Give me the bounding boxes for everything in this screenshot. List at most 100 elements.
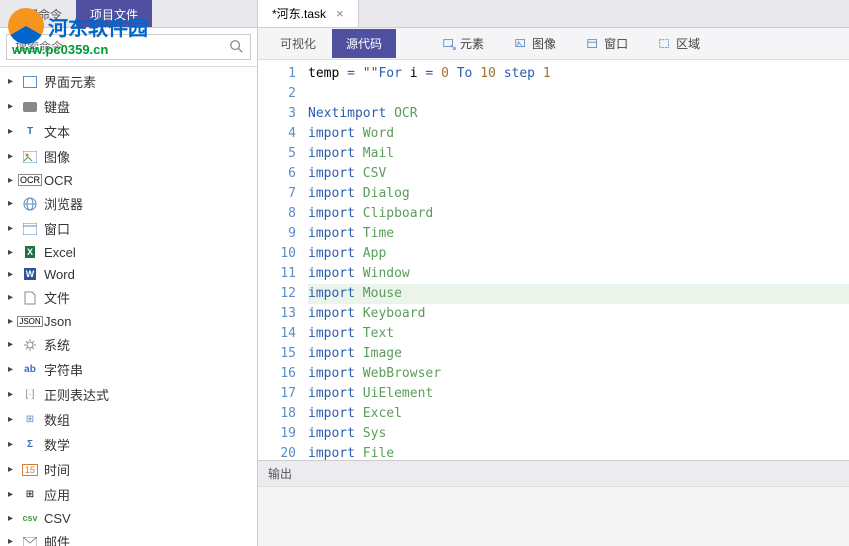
sidebar: 全部命令 项目文件 ▸界面元素▸键盘▸T文本▸图像▸OCROCR▸浏览器▸窗口▸… xyxy=(0,0,258,546)
tree-item-json[interactable]: ▸JSONJson xyxy=(0,310,257,332)
tree-item-time[interactable]: ▸15时间 xyxy=(0,457,257,482)
tree-item-mail[interactable]: ▸邮件 xyxy=(0,529,257,546)
line-number: 2 xyxy=(258,84,296,104)
keyboard-icon xyxy=(22,99,38,115)
tree-item-label: Excel xyxy=(44,245,76,260)
line-number: 8 xyxy=(258,204,296,224)
tree-item-label: 应用 xyxy=(44,485,70,504)
tree-item-file[interactable]: ▸文件 xyxy=(0,285,257,310)
code-line[interactable]: import Clipboard xyxy=(308,204,849,224)
main-area: *河东.task × 可视化 源代码 元素 图像 窗口 区域 xyxy=(258,0,849,546)
chevron-right-icon: ▸ xyxy=(8,513,16,524)
search-input[interactable] xyxy=(6,34,251,60)
system-icon xyxy=(22,337,38,353)
code-content[interactable]: temp = ""For i = 0 To 10 step 1 Nextimpor… xyxy=(308,60,849,460)
time-icon: 15 xyxy=(22,462,38,478)
line-number: 9 xyxy=(258,224,296,244)
csv-icon: csv xyxy=(22,510,38,526)
chevron-right-icon: ▸ xyxy=(8,76,16,87)
code-line[interactable]: import Sys xyxy=(308,424,849,444)
code-line[interactable]: import Mouse xyxy=(308,284,849,304)
chevron-right-icon: ▸ xyxy=(8,151,16,162)
line-number: 18 xyxy=(258,404,296,424)
chevron-right-icon: ▸ xyxy=(8,175,16,186)
tree-item-image[interactable]: ▸图像 xyxy=(0,144,257,169)
output-header[interactable]: 输出 xyxy=(258,461,849,487)
sidebar-tab-project[interactable]: 项目文件 xyxy=(76,0,152,27)
tool-image-label: 图像 xyxy=(532,35,556,52)
tree-item-ui[interactable]: ▸ 界面元素 xyxy=(0,69,257,94)
search-box xyxy=(0,28,257,67)
close-icon[interactable]: × xyxy=(336,6,344,21)
code-line[interactable]: import UiElement xyxy=(308,384,849,404)
sidebar-tab-commands[interactable]: 全部命令 xyxy=(0,0,76,27)
line-number: 14 xyxy=(258,324,296,344)
chevron-right-icon: ▸ xyxy=(8,126,16,137)
line-number: 5 xyxy=(258,144,296,164)
code-line[interactable]: Nextimport OCR xyxy=(308,104,849,124)
tree-item-label: 界面元素 xyxy=(44,72,96,91)
tree-item-label: Word xyxy=(44,267,75,282)
chevron-right-icon: ▸ xyxy=(8,339,16,350)
tree-item-keyboard[interactable]: ▸键盘 xyxy=(0,94,257,119)
tree-item-browser[interactable]: ▸ 浏览器 xyxy=(0,191,257,216)
tool-window-label: 窗口 xyxy=(604,35,628,52)
tool-image[interactable]: 图像 xyxy=(504,31,566,56)
tree-item-label: 字符串 xyxy=(44,360,83,379)
code-line[interactable]: import Mail xyxy=(308,144,849,164)
tool-region[interactable]: 区域 xyxy=(648,31,710,56)
code-line[interactable]: import Text xyxy=(308,324,849,344)
code-line[interactable]: import CSV xyxy=(308,164,849,184)
array-icon: ⊞ xyxy=(22,412,38,428)
code-line[interactable]: import Keyboard xyxy=(308,304,849,324)
code-line[interactable]: import Excel xyxy=(308,404,849,424)
code-line[interactable]: import Dialog xyxy=(308,184,849,204)
code-line[interactable]: temp = ""For i = 0 To 10 step 1 xyxy=(308,64,849,84)
line-gutter: 1234567891011121314151617181920 xyxy=(258,60,308,460)
chevron-right-icon: ▸ xyxy=(8,198,16,209)
view-tab-visual[interactable]: 可视化 xyxy=(266,29,330,58)
tree-item-label: 数组 xyxy=(44,410,70,429)
file-tab[interactable]: *河东.task × xyxy=(258,0,359,27)
tree-item-label: 文件 xyxy=(44,288,70,307)
code-line[interactable]: import Word xyxy=(308,124,849,144)
code-line[interactable]: import File xyxy=(308,444,849,460)
output-panel: 输出 xyxy=(258,460,849,546)
tree-item-label: Json xyxy=(44,314,71,329)
tool-window[interactable]: 窗口 xyxy=(576,31,638,56)
tree-item-excel[interactable]: ▸XExcel xyxy=(0,241,257,263)
view-tab-source[interactable]: 源代码 xyxy=(332,29,396,58)
tree-item-app[interactable]: ▸⊞应用 xyxy=(0,482,257,507)
code-line[interactable]: import WebBrowser xyxy=(308,364,849,384)
code-line[interactable] xyxy=(308,84,849,104)
tree-item-word[interactable]: ▸WWord xyxy=(0,263,257,285)
code-line[interactable]: import Image xyxy=(308,344,849,364)
chevron-right-icon: ▸ xyxy=(8,489,16,500)
tool-element[interactable]: 元素 xyxy=(432,31,494,56)
tree-item-string[interactable]: ▸ab字符串 xyxy=(0,357,257,382)
line-number: 17 xyxy=(258,384,296,404)
code-editor[interactable]: 1234567891011121314151617181920 temp = "… xyxy=(258,60,849,460)
line-number: 13 xyxy=(258,304,296,324)
chevron-right-icon: ▸ xyxy=(8,414,16,425)
tool-element-label: 元素 xyxy=(460,35,484,52)
tree-item-csv[interactable]: ▸csvCSV xyxy=(0,507,257,529)
tree-item-system[interactable]: ▸ 系统 xyxy=(0,332,257,357)
mail-icon xyxy=(22,534,38,546)
code-line[interactable]: import Time xyxy=(308,224,849,244)
math-icon: Σ xyxy=(22,437,38,453)
tree-item-window[interactable]: ▸窗口 xyxy=(0,216,257,241)
tree-item-array[interactable]: ▸ ⊞ 数组 xyxy=(0,407,257,432)
excel-icon: X xyxy=(22,244,38,260)
line-number: 3 xyxy=(258,104,296,124)
line-number: 20 xyxy=(258,444,296,460)
tree-item-ocr[interactable]: ▸OCROCR xyxy=(0,169,257,191)
tree-item-math[interactable]: ▸Σ数学 xyxy=(0,432,257,457)
tree-item-text[interactable]: ▸T文本 xyxy=(0,119,257,144)
tree-item-regex[interactable]: ▸[·]正则表达式 xyxy=(0,382,257,407)
tree-item-label: 系统 xyxy=(44,335,70,354)
code-line[interactable]: import Window xyxy=(308,264,849,284)
code-line[interactable]: import App xyxy=(308,244,849,264)
tree-item-label: 浏览器 xyxy=(44,194,83,213)
chevron-right-icon: ▸ xyxy=(8,316,16,327)
